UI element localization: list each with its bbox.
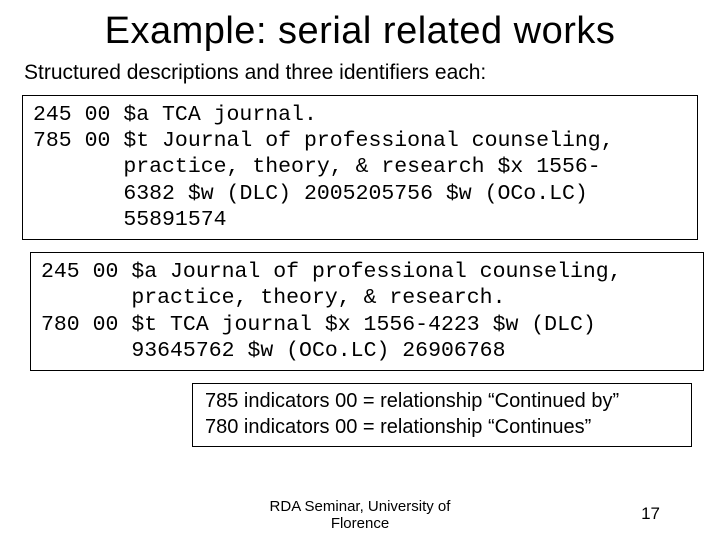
slide-title: Example: serial related works — [22, 10, 698, 53]
page-number: 17 — [641, 504, 660, 524]
slide: Example: serial related works Structured… — [0, 0, 720, 540]
marc-record-2: 245 00 $a Journal of professional counse… — [30, 252, 704, 371]
slide-footer: RDA Seminar, University of Florence — [0, 498, 720, 532]
marc-record-1: 245 00 $a TCA journal. 785 00 $t Journal… — [22, 95, 698, 240]
note-line-2: 780 indicators 00 = relationship “Contin… — [205, 414, 679, 440]
indicator-note: 785 indicators 00 = relationship “Contin… — [192, 383, 692, 447]
note-line-1: 785 indicators 00 = relationship “Contin… — [205, 388, 679, 414]
footer-text: RDA Seminar, University of Florence — [240, 498, 480, 532]
slide-subtitle: Structured descriptions and three identi… — [22, 61, 698, 85]
